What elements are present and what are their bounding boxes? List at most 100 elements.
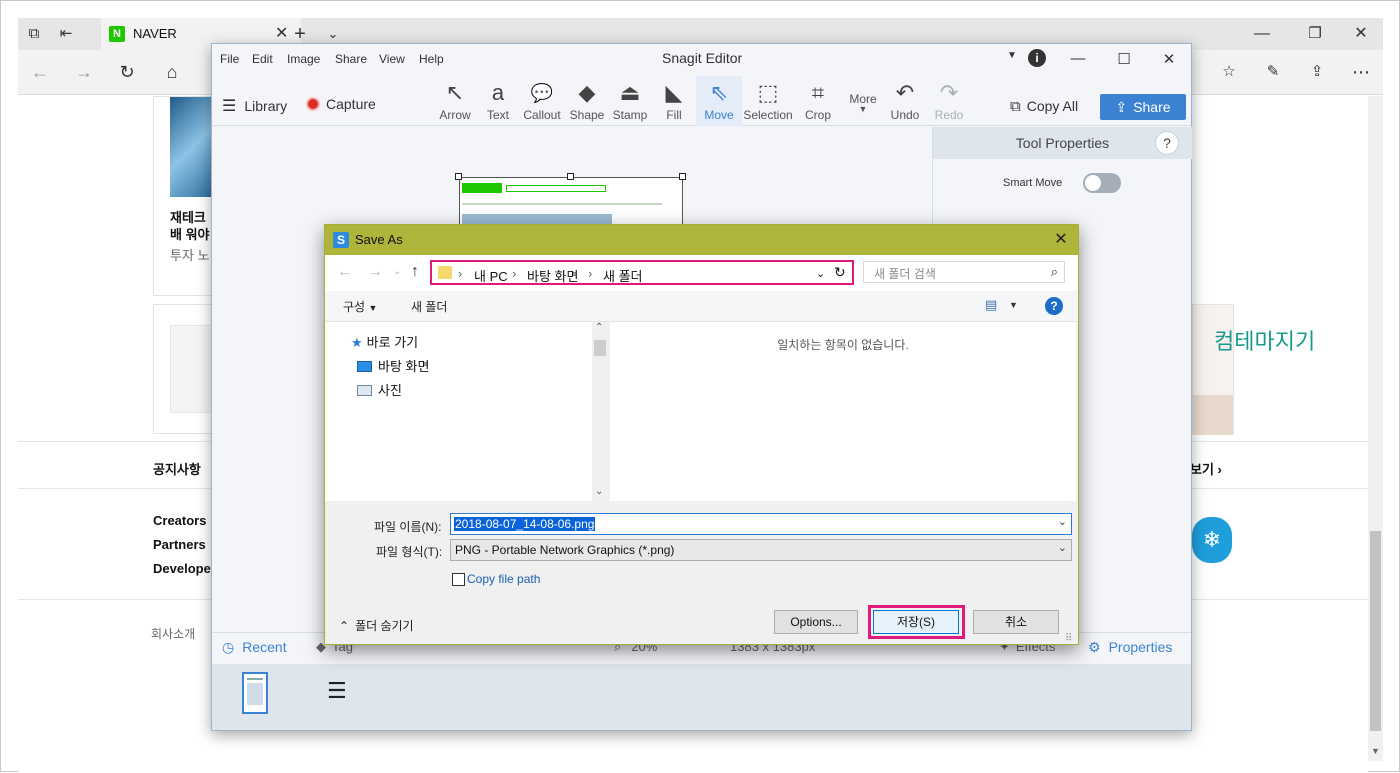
info-icon[interactable]: i <box>1028 49 1046 67</box>
minimize-icon[interactable]: — <box>1250 22 1274 46</box>
save-button[interactable]: 저장(S) <box>873 610 959 634</box>
view-chevron-icon[interactable]: ▼ <box>1009 300 1018 310</box>
menu-file[interactable]: File <box>220 52 239 66</box>
smart-move-toggle[interactable] <box>1083 173 1121 193</box>
favorites-icon[interactable]: ☆ <box>1217 60 1241 84</box>
redo-button[interactable]: ↷ Redo <box>926 76 972 126</box>
tool-arrow[interactable]: ↖ Arrow <box>432 76 478 126</box>
footer-link[interactable]: Develope <box>153 561 211 576</box>
list-view-icon[interactable]: ☰ <box>327 678 347 704</box>
share-button[interactable]: ⇪ Share <box>1100 94 1186 120</box>
menu-image[interactable]: Image <box>287 52 320 66</box>
tree-item-pictures[interactable]: 사진 <box>357 380 402 399</box>
dropdown-arrow-icon[interactable]: ▼ <box>1002 50 1022 61</box>
help-icon[interactable]: ? <box>1155 131 1179 155</box>
library-button[interactable]: ☰ Library <box>222 96 287 116</box>
search-box[interactable]: 새 폴더 검색 ⌕ <box>863 261 1065 283</box>
notes-icon[interactable]: ✎ <box>1261 60 1285 84</box>
footer-link[interactable]: Partners <box>153 537 206 552</box>
home-icon[interactable]: ⌂ <box>160 60 184 84</box>
organize-menu[interactable]: 구성 ▼ <box>343 298 377 315</box>
more-tools-button[interactable]: More ▼ <box>840 76 886 126</box>
share-icon[interactable]: ⇪ <box>1305 60 1329 84</box>
resize-handle[interactable] <box>679 173 686 180</box>
copy-file-path-checkbox[interactable] <box>452 573 465 586</box>
refresh-icon[interactable]: ↻ <box>115 60 139 84</box>
recent-locations-icon[interactable]: ⌄ <box>393 266 401 277</box>
scroll-down-icon[interactable]: ⌄ <box>595 486 603 497</box>
close-tab-icon[interactable]: ✕ <box>275 23 288 43</box>
tool-fill[interactable]: ◣ Fill <box>651 76 697 126</box>
menu-view[interactable]: View <box>379 52 405 66</box>
window-close-icon[interactable]: ✕ <box>1349 22 1373 46</box>
scroll-up-icon[interactable]: ⌃ <box>595 322 603 333</box>
undo-button[interactable]: ↶ Undo <box>882 76 928 126</box>
file-list-pane[interactable]: 일치하는 항목이 없습니다. <box>610 321 1076 501</box>
filetype-select[interactable]: PNG - Portable Network Graphics (*.png) … <box>450 539 1072 561</box>
cancel-button[interactable]: 취소 <box>973 610 1059 634</box>
tree-item-quick-access[interactable]: ★ 바로 가기 <box>351 332 418 351</box>
nav-back-icon[interactable]: ← <box>337 263 353 281</box>
tool-selection[interactable]: ⬚ Selection <box>742 76 794 126</box>
breadcrumb-separator-icon[interactable]: › <box>458 266 462 281</box>
copy-file-path-label[interactable]: Copy file path <box>467 572 540 586</box>
resize-handle[interactable] <box>455 173 462 180</box>
filename-dropdown-icon[interactable]: ⌄ <box>1058 515 1067 528</box>
copy-all-button[interactable]: ⧉ Copy All <box>1010 98 1078 115</box>
capture-button[interactable]: Capture <box>306 96 376 112</box>
recent-button[interactable]: ◷ Recent <box>222 639 287 656</box>
filetype-dropdown-icon[interactable]: ⌄ <box>1058 541 1067 554</box>
more-link[interactable]: 보기 › <box>1190 459 1222 478</box>
hide-folders-button[interactable]: ⌃ 폴더 숨기기 <box>339 617 414 634</box>
dialog-help-icon[interactable]: ? <box>1045 297 1063 315</box>
properties-button[interactable]: ⚙ Properties <box>1088 639 1172 656</box>
back-icon[interactable]: ← <box>28 60 52 84</box>
nav-forward-icon[interactable]: → <box>367 263 383 281</box>
tool-move[interactable]: ⇖ Move <box>696 76 742 126</box>
tray-capture-thumbnail[interactable] <box>242 672 268 714</box>
set-aside-tabs-icon[interactable]: ⇤ <box>54 22 78 46</box>
snowflake-badge-icon[interactable]: ❄ <box>1192 517 1232 563</box>
menu-help[interactable]: Help <box>419 52 444 66</box>
tool-text[interactable]: a Text <box>475 76 521 126</box>
more-menu-icon[interactable]: ⋯ <box>1349 60 1373 84</box>
scroll-down-arrow-icon[interactable]: ▼ <box>1371 746 1380 756</box>
footer-link[interactable]: Creators <box>153 513 206 528</box>
filename-field[interactable]: 2018-08-07_14-08-06.png ⌄ <box>450 513 1072 535</box>
tool-shape[interactable]: ◆ Shape <box>564 76 610 126</box>
tool-crop[interactable]: ⌗ Crop <box>795 76 841 126</box>
address-dropdown-icon[interactable]: ⌄ <box>816 267 825 280</box>
tree-item-desktop[interactable]: 바탕 화면 <box>357 356 429 375</box>
tool-callout[interactable]: 💬 Callout <box>519 76 565 126</box>
page-scrollbar[interactable]: ▼ <box>1368 96 1383 761</box>
dialog-close-icon[interactable]: ✕ <box>1050 229 1072 249</box>
page-scroll-thumb[interactable] <box>1370 531 1381 731</box>
menu-share[interactable]: Share <box>335 52 367 66</box>
view-options-icon[interactable]: ▤ <box>985 297 997 313</box>
resize-handle[interactable] <box>567 173 574 180</box>
tool-stamp[interactable]: ⏏ Stamp <box>607 76 653 126</box>
snagit-minimize-icon[interactable]: — <box>1068 50 1088 67</box>
breadcrumb-separator-icon[interactable]: › <box>512 266 516 281</box>
breadcrumb-item[interactable]: 바탕 화면 <box>527 266 578 285</box>
breadcrumb-item[interactable]: 새 폴더 <box>603 266 643 285</box>
notice-label[interactable]: 공지사항 <box>153 459 201 478</box>
breadcrumb-separator-icon[interactable]: › <box>588 266 592 281</box>
nav-up-icon[interactable]: ↑ <box>411 263 419 281</box>
address-bar[interactable]: › 내 PC › 바탕 화면 › 새 폴더 ⌄ ↻ <box>430 260 854 285</box>
address-refresh-icon[interactable]: ↻ <box>834 264 846 281</box>
captured-image[interactable] <box>459 177 683 225</box>
snagit-maximize-icon[interactable]: ☐ <box>1114 50 1134 68</box>
snagit-close-icon[interactable]: ✕ <box>1159 50 1179 68</box>
tree-scroll-thumb[interactable] <box>594 340 606 356</box>
resize-grip-icon[interactable]: ⠿ <box>1065 633 1072 644</box>
new-folder-button[interactable]: 새 폴더 <box>411 298 447 315</box>
menu-edit[interactable]: Edit <box>252 52 273 66</box>
company-intro-link[interactable]: 회사소개 <box>151 625 195 642</box>
options-button[interactable]: Options... <box>774 610 858 634</box>
restore-icon[interactable]: ❐ <box>1303 22 1327 46</box>
tab-list-icon[interactable]: ⧉ <box>22 22 46 46</box>
tree-scrollbar[interactable]: ⌃ ⌄ <box>592 322 608 502</box>
forward-icon[interactable]: → <box>72 60 96 84</box>
breadcrumb-item[interactable]: 내 PC <box>474 266 508 285</box>
